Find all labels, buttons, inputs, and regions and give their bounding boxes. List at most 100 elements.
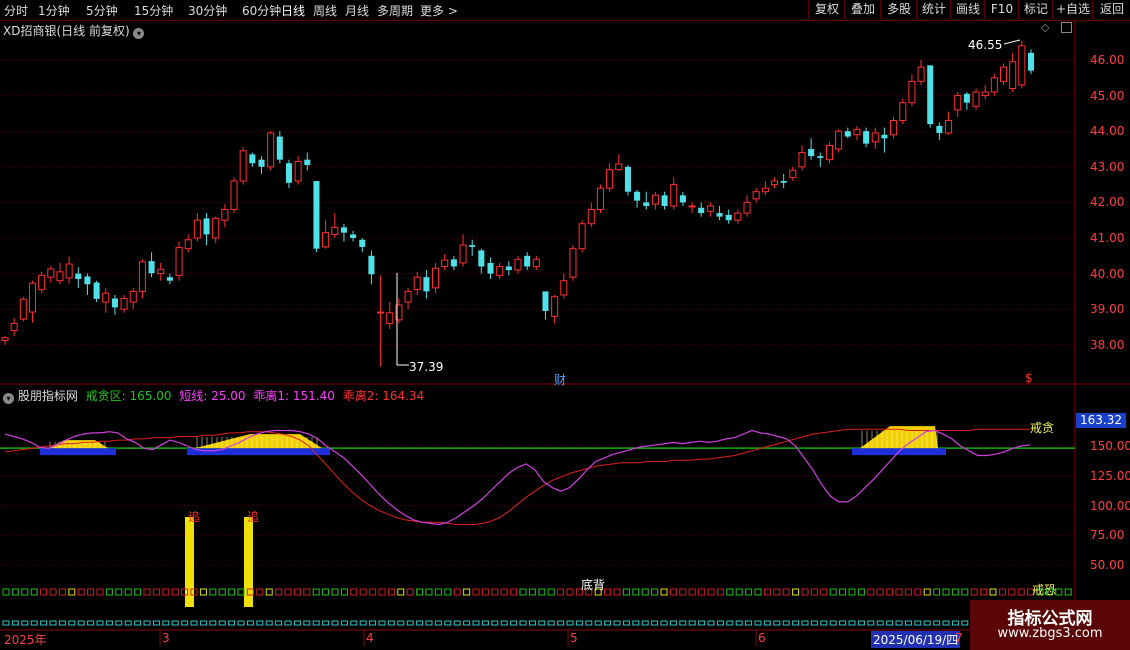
signal-dot-lower [171, 620, 179, 626]
candle-body-down [963, 93, 970, 103]
signal-dot-lower [472, 620, 480, 626]
signal-dot-upper [49, 588, 57, 596]
candle-body-down [304, 159, 311, 166]
signal-dot-lower [820, 620, 828, 626]
candle-body-down [249, 154, 256, 164]
signal-dot-upper [500, 588, 508, 596]
candle-body-up [596, 187, 604, 211]
signal-dot-upper [1055, 588, 1063, 596]
signal-dot-lower [87, 620, 95, 626]
signal-dot-lower [453, 620, 461, 626]
candle-body-down [844, 131, 851, 137]
signal-dot-upper [77, 588, 85, 596]
stock-chart[interactable] [0, 0, 1130, 650]
candle-body-up [212, 217, 220, 239]
candle-body-up [230, 180, 238, 211]
signal-dot-lower [914, 620, 922, 626]
greed-zone-hump [195, 434, 322, 449]
candle-body-down [166, 277, 173, 281]
candle-body-down [725, 214, 732, 221]
price-tick-label: 45.00 [1090, 88, 1125, 103]
signal-dot-upper [867, 588, 875, 596]
indicator-tick-label: 150.00 [1090, 439, 1130, 453]
signal-dot-upper [350, 588, 358, 596]
signal-dot-upper [491, 588, 499, 596]
signal-dot-lower [792, 620, 800, 626]
signal-dot-lower [444, 620, 452, 626]
candle-body-up [569, 248, 577, 278]
indicator-tick-label: 100.00 [1090, 498, 1130, 513]
signal-dot-upper [726, 588, 734, 596]
candle-body-down [863, 131, 870, 144]
signal-dot-upper [237, 588, 245, 596]
signal-dot-lower [547, 620, 555, 626]
signal-dot-upper [613, 588, 621, 596]
signal-dot-upper [218, 588, 226, 596]
signal-dot-lower [397, 620, 405, 626]
candle-body-up [560, 280, 568, 296]
candle-body-up [1009, 61, 1017, 89]
candle-body-down [634, 191, 641, 201]
date-label: 4 [366, 631, 374, 645]
signal-dot-lower [406, 620, 414, 626]
signal-dot-upper [510, 588, 518, 596]
candle-body-up [102, 292, 110, 303]
signal-dot-upper [162, 588, 170, 596]
price-tick-label: 46.00 [1090, 53, 1125, 67]
signal-dot-upper [886, 588, 894, 596]
signal-dot-upper [387, 588, 395, 596]
signal-dot-lower [58, 620, 66, 626]
signal-dot-lower [181, 620, 189, 626]
candle-body-up [954, 95, 962, 111]
signal-dot-lower [641, 620, 649, 626]
candle-body-down [780, 181, 787, 183]
candle-body-up [175, 247, 183, 276]
greed-zone-fills [40, 426, 946, 456]
signal-dot-lower [68, 620, 76, 626]
signal-dot-lower [246, 620, 254, 626]
candle-body-up [651, 194, 659, 205]
signal-dot-lower [688, 620, 696, 626]
candle-body-up [972, 91, 980, 107]
signal-dot-upper [68, 588, 76, 596]
chase-signal-bar [185, 517, 194, 607]
signal-dot-upper [284, 588, 292, 596]
signal-dot-upper [30, 588, 38, 596]
candle-body-up [221, 209, 229, 221]
signal-dot-lower [218, 620, 226, 626]
candle-body-down [450, 259, 457, 267]
signal-dot-lower [651, 620, 659, 626]
dividend-event-marker[interactable]: $ [1025, 371, 1033, 385]
signal-dot-upper [453, 588, 461, 596]
candle-body-up [825, 144, 833, 161]
signal-dot-upper [632, 588, 640, 596]
signal-dot-lower [331, 620, 339, 626]
candle-body-up [789, 169, 797, 178]
price-tick-label: 38.00 [1090, 337, 1125, 352]
candle-body-down [927, 65, 934, 125]
candle-body-up [377, 311, 385, 314]
high-marker-arrow [1003, 39, 1021, 45]
signal-dot-upper [228, 588, 236, 596]
date-label: 5 [570, 631, 578, 645]
signal-dot-upper [622, 588, 630, 596]
signal-dot-upper [904, 588, 912, 596]
signal-dot-lower [40, 620, 48, 626]
signal-dot-upper [735, 588, 743, 596]
signal-dot-lower [209, 620, 217, 626]
date-label: 6 [758, 631, 766, 645]
signal-dot-upper [87, 588, 95, 596]
signal-dot-lower [275, 620, 283, 626]
greed-zone-base [187, 448, 330, 456]
signal-dot-lower [30, 620, 38, 626]
candle-body-up [193, 219, 201, 239]
signal-dot-lower [698, 620, 706, 626]
candle-body-down [624, 166, 631, 192]
finance-event-marker[interactable]: 财 [554, 371, 566, 388]
signal-dot-lower [810, 620, 818, 626]
candle-body-up [706, 205, 714, 212]
signal-dot-upper [134, 588, 142, 596]
candle-body-down [350, 234, 357, 238]
signal-dot-lower [115, 620, 123, 626]
candle-body-down [716, 213, 723, 217]
